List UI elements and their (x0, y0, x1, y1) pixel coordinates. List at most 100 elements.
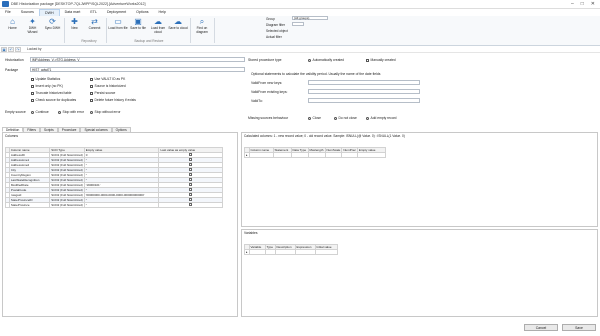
scd-type-cell[interactable]: SCD2 (Full historicized) (49, 157, 85, 163)
missing-sources-label: Missing sources behaviour (248, 116, 289, 120)
scd-type-cell[interactable]: SCD2 (Full historicized) (49, 177, 85, 183)
home-button[interactable]: ⌂ Home (4, 17, 21, 31)
historization-field[interactable]: IMP.Address_V->STG.Address_V (30, 57, 245, 62)
scd-type-cell[interactable]: SCD2 (Full historicized) (49, 202, 85, 208)
cloud-upload-icon: ☁ (174, 16, 182, 26)
quick-toolbar: ▣ ↶ ↷ Locked by (0, 46, 600, 53)
scd-type-cell[interactable]: SCD1 (Full historicized) (49, 152, 85, 158)
calc-header-numscale[interactable]: NumScale (324, 147, 343, 153)
persist-source-checkbox[interactable]: Persist source (90, 91, 115, 95)
minimize-icon[interactable]: – (571, 1, 574, 7)
find-icon: ⌕ (199, 16, 205, 26)
truncate-table-checkbox[interactable]: Truncate historized table (31, 91, 71, 95)
validfrom-new-label: ValidFrom new keys: (251, 81, 283, 85)
scd-type-cell[interactable]: SCD2 (Full historicized) (49, 192, 85, 198)
home-icon: ⌂ (10, 16, 15, 26)
connect-icon: ⇄ (91, 16, 98, 26)
manually-created-radio[interactable]: Manually created (366, 58, 396, 62)
calc-header-numprec[interactable]: NumPrec (341, 147, 358, 153)
diagram-filter-input[interactable] (292, 22, 304, 26)
menu-bar: File Sources DWH Data mart ETL Deploymen… (0, 8, 600, 17)
cloud-download-icon: ☁ (154, 16, 162, 26)
table-row[interactable]: StateProvince SCD2 (Full historicized) '' (5, 202, 223, 208)
connect-button[interactable]: ⇄ Connect (86, 17, 103, 31)
undo-icon[interactable]: ↶ (8, 46, 14, 52)
save-icon: ▣ (134, 16, 142, 26)
scd-type-cell[interactable]: SCD2 (Full historicized) (49, 197, 85, 203)
calc-header-maxlength[interactable]: Maxlength (307, 147, 326, 153)
package-label: Package (5, 68, 19, 72)
insert-only-checkbox[interactable]: Insert only (no PK) (31, 84, 63, 88)
empty-source-continue-radio[interactable]: Continue (31, 110, 49, 114)
cancel-button[interactable]: Cancel (524, 324, 558, 331)
sync-dwh-button[interactable]: ⟳ Sync DWH (44, 17, 61, 31)
source-historicized-checkbox[interactable]: Source is historicized (90, 84, 126, 88)
validfrom-existing-label: ValidFrom existing keys: (251, 90, 288, 94)
ribbon: ⌂ Home ✦ DWH Wizard ⟳ Sync DWH ✚ New ⇄ Connec… (0, 16, 600, 46)
menu-options[interactable]: Options (131, 9, 153, 16)
package-field[interactable]: HIST_adwt71 (30, 67, 245, 72)
menu-help[interactable]: Help (154, 9, 171, 16)
variables-title: Variables (244, 231, 258, 235)
columns-panel: Columns Column name SCD Type Empty value… (2, 132, 238, 317)
validto-label: ValidTo: (251, 99, 263, 103)
sync-icon: ⟳ (49, 16, 56, 26)
menu-etl[interactable]: ETL (85, 9, 102, 16)
scd-type-cell[interactable]: SCD2 (Full historicized) (49, 187, 85, 193)
folder-icon: ▭ (114, 16, 122, 26)
update-statistics-checkbox[interactable]: ✓ Update Statistics (31, 77, 60, 81)
group-select[interactable]: (All groups) (292, 16, 328, 20)
calc-columns-table[interactable]: Column name Statement Data Type Maxlengt… (244, 147, 386, 158)
empty-value-cell[interactable]: '' (83, 202, 160, 208)
historization-label: Historization (5, 58, 24, 62)
wizard-icon: ✦ (29, 16, 36, 26)
new-button[interactable]: ✚ New (66, 17, 83, 31)
scd-type-cell[interactable]: SCD2 (Full historicized) (49, 172, 85, 178)
check-duplicates-checkbox[interactable]: Check source for duplicates (31, 98, 76, 102)
validfrom-existing-input[interactable] (308, 89, 420, 94)
column-name-cell[interactable]: StateProvince (8, 202, 51, 208)
menu-data-mart[interactable]: Data mart (60, 9, 86, 16)
redo-icon[interactable]: ↷ (15, 46, 21, 52)
close-icon[interactable]: ✕ (591, 1, 595, 7)
selected-object-label: Selected object (266, 29, 288, 33)
scd-type-cell[interactable]: SCD2 (Full historicized) (49, 167, 85, 173)
stored-proc-label: Stored procedure type (248, 58, 282, 62)
group-repository: Repository (81, 39, 97, 43)
save-small-icon[interactable]: ▣ (1, 46, 7, 52)
maximize-icon[interactable]: □ (581, 1, 584, 7)
group-label: Group (266, 17, 275, 21)
calc-columns-panel: Calculated columns: 1 - new record value… (241, 132, 598, 227)
validto-input[interactable] (308, 98, 420, 103)
columns-title: Columns (5, 134, 19, 138)
validfrom-new-input[interactable] (308, 80, 420, 85)
load-from-cloud-button[interactable]: ☁ Load from cloud (148, 17, 168, 34)
empty-source-label: Empty source (5, 110, 26, 114)
missing-add-empty-radio[interactable]: Add empty record (366, 116, 397, 120)
scd-type-cell[interactable]: SCD2 (Full historicized) (49, 162, 85, 168)
last-value-checkbox[interactable] (158, 202, 223, 208)
menu-deployment[interactable]: Deployment (102, 9, 131, 16)
dwh-wizard-button[interactable]: ✦ DWH Wizard (24, 17, 41, 34)
window-title: DBE Historization package [DESKTOP-7QLJW… (11, 2, 146, 6)
save-button[interactable]: Save (562, 324, 596, 331)
title-bar: DBE Historization package [DESKTOP-7QLJW… (0, 0, 600, 9)
save-to-cloud-button[interactable]: ☁ Save to cloud (168, 17, 188, 31)
find-on-diagram-button[interactable]: ⌕ Find on diagram (192, 17, 212, 34)
load-from-file-button[interactable]: ▭ Load from file (108, 17, 128, 31)
menu-sources[interactable]: Sources (16, 9, 39, 16)
columns-table[interactable]: Column name SCD Type Empty value Last va… (5, 147, 223, 208)
save-to-file-button[interactable]: ▣ Save to file (128, 17, 148, 31)
auto-created-radio[interactable]: Automatically created (308, 58, 344, 62)
diagram-filter-label: Diagram filter (266, 23, 285, 27)
calc-header-datatype[interactable]: Data Type (290, 147, 309, 153)
empty-source-stop-error-radio[interactable]: Stop with error (58, 110, 84, 114)
missing-close-radio[interactable]: Close (308, 116, 321, 120)
empty-source-stop-no-error-radio[interactable]: Stop without error (90, 110, 121, 114)
missing-do-not-close-radio[interactable]: Do not close (334, 116, 357, 120)
variables-table[interactable]: Variable Type Description Expression Ini… (244, 244, 338, 255)
use-vault-id-checkbox[interactable]: Use VAULT ID as PK (90, 77, 125, 81)
delete-future-history-checkbox[interactable]: Delete future history if exists (90, 98, 136, 102)
scd-type-cell[interactable]: SCD2 (Full historicized) (49, 182, 85, 188)
menu-file[interactable]: File (0, 9, 16, 16)
